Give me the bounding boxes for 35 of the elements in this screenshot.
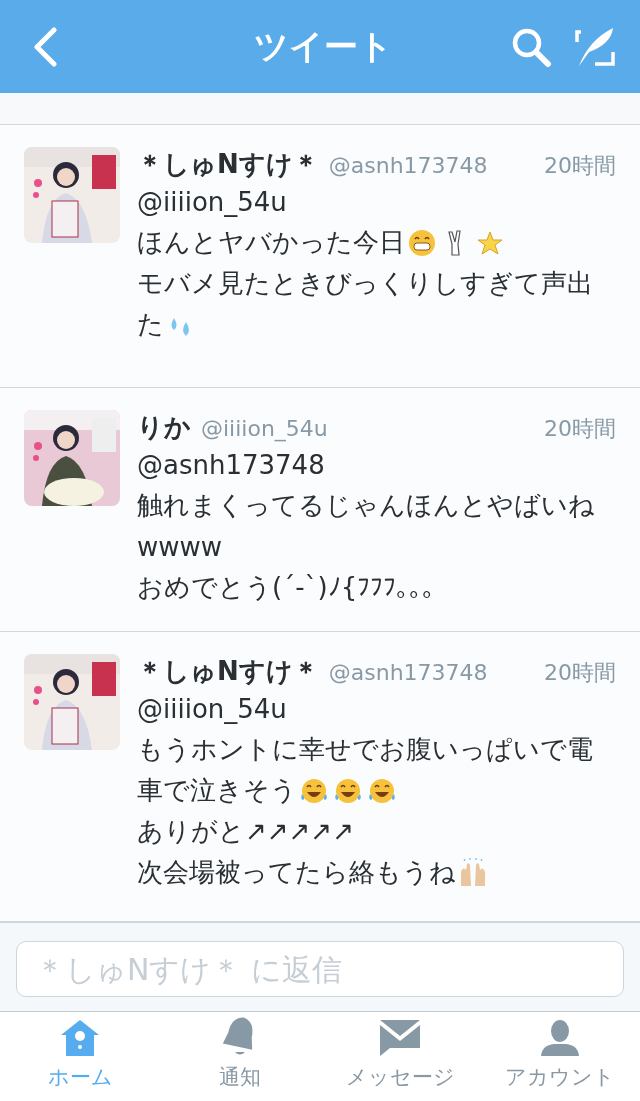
user-handle: @iiiion_54u bbox=[201, 416, 329, 441]
tab[interactable]: 通知 bbox=[160, 1012, 320, 1101]
raised-hands-icon bbox=[458, 857, 488, 888]
envelope-icon bbox=[379, 1019, 421, 1057]
quill-icon bbox=[573, 25, 617, 68]
tweet-time: 20時間 bbox=[544, 659, 616, 687]
tweet-text: おめでとう(´-`)ﾉ{ﾌﾌﾌ｡｡｡ bbox=[137, 571, 436, 604]
tab[interactable]: ホーム bbox=[0, 1012, 160, 1101]
tweet-text: ほんとヤバかった今日 bbox=[137, 226, 405, 259]
header-title: ツイート bbox=[252, 24, 394, 68]
user-name: ＊しゅNすけ＊ bbox=[137, 148, 319, 181]
tweet-text: wwww bbox=[137, 531, 223, 562]
reply-field[interactable]: ＊しゅNすけ＊ に返信 bbox=[16, 941, 624, 997]
tweet-text: @iiiion_54u bbox=[137, 693, 287, 724]
user-handle: @asnh173748 bbox=[328, 153, 489, 178]
tweet-text: 車で泣きそう bbox=[137, 774, 297, 807]
tweet-text: 触れまくってるじゃんほんとやばいね bbox=[137, 489, 595, 522]
tweet-time: 20時間 bbox=[544, 415, 616, 443]
tweet-text: @iiiion_54u bbox=[137, 186, 287, 217]
tweet-text: モバメ見たときびっくりしすぎて声出 bbox=[137, 267, 593, 300]
tweet-text: た bbox=[137, 308, 164, 341]
tweet-text: 次会場被ってたら絡もうね bbox=[137, 856, 456, 889]
user-handle: @asnh173748 bbox=[328, 660, 489, 685]
birdhouse-icon bbox=[60, 1019, 100, 1057]
tweet-time: 20時間 bbox=[544, 152, 616, 180]
tweet-text: もうホントに幸せでお腹いっぱいで電 bbox=[137, 733, 593, 766]
grinning-face-icon bbox=[407, 227, 437, 258]
user-name: りか bbox=[137, 411, 191, 444]
tab[interactable]: メッセージ bbox=[320, 1012, 480, 1101]
person-icon bbox=[540, 1019, 580, 1057]
user-name: ＊しゅNすけ＊ bbox=[137, 655, 319, 688]
back-icon bbox=[32, 26, 58, 67]
tab[interactable]: アカウント bbox=[480, 1012, 640, 1101]
tweet-text: @asnh173748 bbox=[137, 449, 325, 480]
tweet-text: ありがと↗↗↗↗↗ bbox=[137, 815, 354, 848]
